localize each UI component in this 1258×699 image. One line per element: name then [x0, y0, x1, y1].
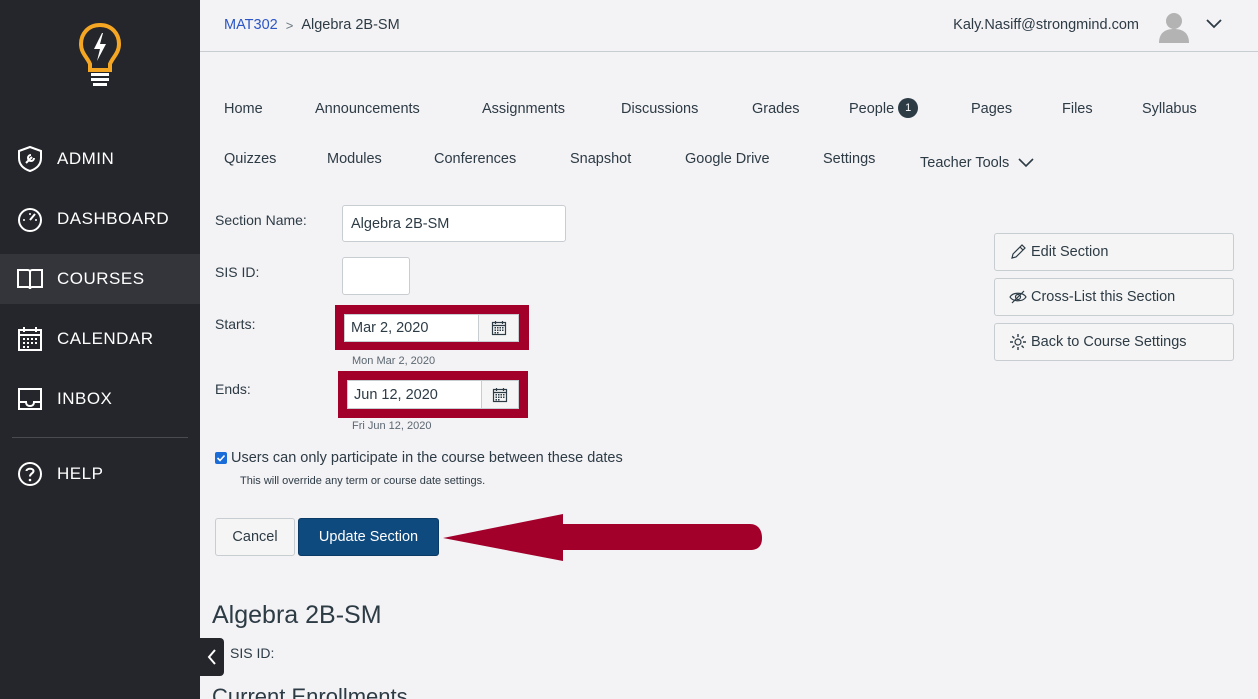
admin-shield-icon: [18, 145, 42, 173]
tab-announcements[interactable]: Announcements: [315, 101, 420, 117]
starts-date-field[interactable]: Mar 2, 2020: [344, 314, 519, 342]
tab-home[interactable]: Home: [224, 101, 263, 117]
cross-list-section-button[interactable]: Cross-List this Section: [994, 278, 1234, 316]
nav-inbox[interactable]: INBOX: [0, 374, 200, 424]
global-navigation: ADMIN DASHBOARD COURSES CALENDAR INBOX H…: [0, 0, 200, 699]
breadcrumb-course-link[interactable]: MAT302: [224, 17, 278, 33]
tab-discussions[interactable]: Discussions: [621, 101, 698, 117]
cancel-button[interactable]: Cancel: [215, 518, 295, 556]
ends-date-field[interactable]: Jun 12, 2020: [347, 380, 519, 409]
edit-section-button[interactable]: Edit Section: [994, 233, 1234, 271]
ends-date-hint: Fri Jun 12, 2020: [352, 420, 432, 432]
collapse-nav-button[interactable]: [200, 638, 224, 676]
nav-courses-label: COURSES: [57, 269, 145, 288]
breadcrumb-current: Algebra 2B-SM: [301, 17, 400, 33]
section-sis-id-label: SIS ID:: [230, 645, 275, 661]
tab-syllabus[interactable]: Syllabus: [1142, 101, 1197, 117]
sis-id-input[interactable]: [342, 257, 410, 295]
nav-admin[interactable]: ADMIN: [0, 134, 200, 184]
checkmark-icon: [216, 454, 226, 462]
user-email[interactable]: Kaly.Nasiff@strongmind.com: [953, 17, 1139, 33]
nav-calendar[interactable]: CALENDAR: [0, 314, 200, 364]
tab-google-drive[interactable]: Google Drive: [685, 151, 770, 167]
starts-date-input[interactable]: Mar 2, 2020: [345, 315, 479, 341]
tab-conferences[interactable]: Conferences: [434, 151, 516, 167]
nav-help[interactable]: HELP: [0, 449, 200, 499]
tab-people[interactable]: People 1: [849, 98, 919, 119]
help-icon: [18, 462, 42, 486]
chevron-down-icon: [1018, 158, 1034, 168]
annotation-arrow: [443, 514, 762, 561]
tab-people-label: People: [849, 100, 895, 117]
tab-assignments[interactable]: Assignments: [482, 101, 565, 117]
nav-divider: [12, 437, 188, 438]
nav-dashboard-label: DASHBOARD: [57, 209, 170, 228]
starts-label: Starts:: [215, 316, 256, 332]
tab-snapshot[interactable]: Snapshot: [570, 151, 631, 167]
book-icon: [17, 269, 43, 290]
starts-date-picker-button[interactable]: [479, 315, 518, 341]
tab-quizzes[interactable]: Quizzes: [224, 151, 276, 167]
tab-modules[interactable]: Modules: [327, 151, 382, 167]
tab-settings[interactable]: Settings: [823, 151, 875, 167]
section-title: Algebra 2B-SM: [212, 601, 382, 629]
nav-inbox-label: INBOX: [57, 389, 113, 408]
calendar-icon: [491, 321, 506, 336]
calendar-icon: [492, 387, 508, 402]
back-to-course-settings-label: Back to Course Settings: [1031, 334, 1187, 350]
starts-date-hint: Mon Mar 2, 2020: [352, 355, 436, 367]
ends-date-input[interactable]: Jun 12, 2020: [348, 381, 482, 408]
calendar-icon: [18, 327, 42, 351]
back-to-course-settings-button[interactable]: Back to Course Settings: [994, 323, 1234, 361]
inbox-icon: [18, 388, 42, 410]
section-name-label: Section Name:: [215, 212, 307, 228]
breadcrumb: MAT302 > Algebra 2B-SM: [224, 17, 400, 33]
speedometer-icon: [18, 208, 42, 232]
tab-pages[interactable]: Pages: [971, 101, 1012, 117]
tab-files[interactable]: Files: [1062, 101, 1093, 117]
breadcrumb-separator: >: [285, 17, 294, 33]
restrict-dates-label[interactable]: Users can only participate in the course…: [231, 450, 623, 466]
nav-help-label: HELP: [57, 464, 104, 483]
sis-id-label: SIS ID:: [215, 264, 260, 280]
edit-section-label: Edit Section: [1031, 244, 1109, 260]
restrict-dates-checkbox[interactable]: [215, 452, 227, 464]
people-count-badge: 1: [898, 98, 919, 118]
avatar-icon[interactable]: [1157, 9, 1191, 43]
current-enrollments-heading: Current Enrollments: [212, 684, 408, 699]
ends-label: Ends:: [215, 381, 251, 397]
section-name-input[interactable]: Algebra 2B-SM: [342, 205, 566, 242]
pencil-icon: [1011, 244, 1026, 259]
tab-teacher-tools-label: Teacher Tools: [920, 155, 1010, 171]
tab-grades[interactable]: Grades: [752, 101, 800, 117]
lightbulb-logo-icon[interactable]: [78, 22, 122, 90]
cross-list-section-label: Cross-List this Section: [1031, 289, 1176, 305]
nav-admin-label: ADMIN: [57, 149, 115, 168]
nav-calendar-label: CALENDAR: [57, 329, 154, 348]
restrict-dates-note: This will override any term or course da…: [240, 475, 486, 487]
gear-icon: [1010, 334, 1026, 350]
nav-dashboard[interactable]: DASHBOARD: [0, 194, 200, 244]
nav-courses[interactable]: COURSES: [0, 254, 200, 304]
eye-slash-icon: [1009, 290, 1027, 304]
top-header: MAT302 > Algebra 2B-SM Kaly.Nasiff@stron…: [200, 0, 1258, 52]
restrict-dates-row: Users can only participate in the course…: [215, 450, 623, 466]
chevron-left-icon: [207, 649, 216, 665]
chevron-down-icon[interactable]: [1205, 17, 1223, 31]
tab-teacher-tools[interactable]: Teacher Tools: [920, 155, 1035, 171]
ends-date-picker-button[interactable]: [482, 381, 518, 408]
update-section-button[interactable]: Update Section: [298, 518, 439, 556]
